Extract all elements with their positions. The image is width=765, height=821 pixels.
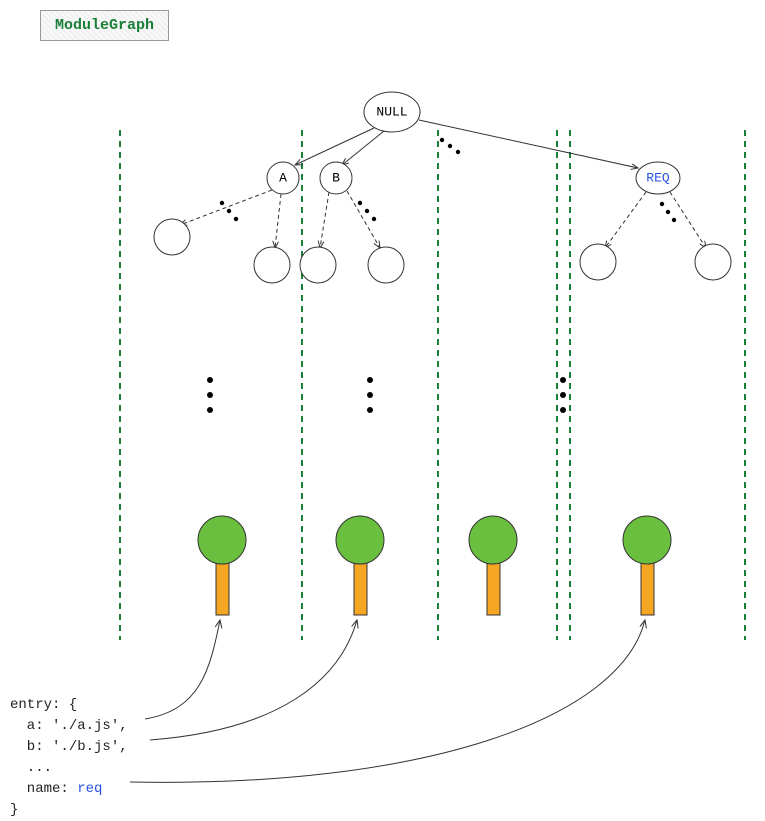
leaf-req-2 [695,244,731,280]
node-b-label: B [332,171,340,186]
mid-dots-3 [560,377,566,413]
leaf-a-1 [154,219,190,255]
tree-2 [336,516,384,615]
code-name-val: req [69,781,103,797]
arrow-req-tree [130,620,645,782]
mid-dots-2 [367,377,373,413]
arrow-a-tree [145,620,220,719]
node-a-label: A [279,171,287,186]
tree-1 [198,516,246,615]
code-a-val: './a.js', [44,718,128,734]
edge-a-r [275,194,281,248]
code-b-key: b: [10,739,44,755]
entry-code-block: entry: { a: './a.js', b: './b.js', ... n… [10,695,128,821]
code-line-a: a: './a.js', [10,716,128,737]
tree-3 [469,516,517,615]
leaf-b-1 [300,247,336,283]
leaf-a-2 [254,247,290,283]
arrow-b-tree [150,620,357,740]
edge-null-a [295,128,374,165]
edge-null-b [342,131,384,165]
code-b-val: './b.js', [44,739,128,755]
edge-req-l [605,192,646,248]
code-a-key: a: [10,718,44,734]
code-line-name: name: req [10,779,128,800]
dots-root [440,138,460,154]
edge-b-l [320,192,329,248]
tree-4 [623,516,671,615]
code-entry-open: entry: { [10,695,128,716]
diagram-canvas: NULL A B REQ [0,0,765,800]
leaf-b-2 [368,247,404,283]
dots-b [358,201,376,221]
edge-null-req [419,120,638,168]
code-close: } [10,800,128,821]
edge-a-l [180,190,272,225]
code-name-key: name: [10,781,69,797]
dots-req [660,202,676,222]
code-line-b: b: './b.js', [10,737,128,758]
leaf-req-1 [580,244,616,280]
code-ellipsis: ... [10,758,128,779]
dots-a [220,201,238,221]
node-req-label: REQ [646,171,670,186]
node-null-label: NULL [376,105,407,120]
mid-dots-1 [207,377,213,413]
